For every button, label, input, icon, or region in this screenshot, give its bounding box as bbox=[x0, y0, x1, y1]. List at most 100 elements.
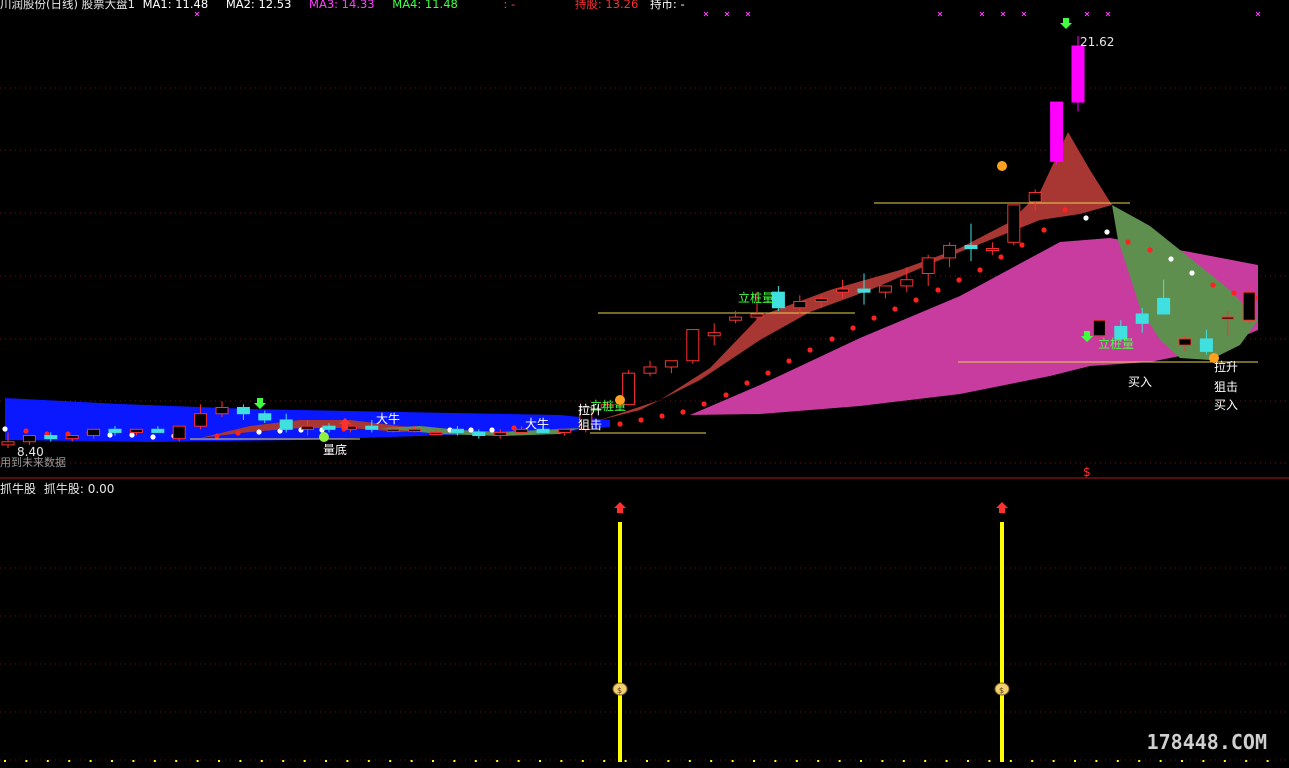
candle-body bbox=[472, 431, 486, 437]
trail-dot bbox=[468, 427, 474, 433]
candle-body bbox=[172, 425, 186, 440]
candle-body bbox=[151, 428, 165, 433]
trail-dot bbox=[723, 392, 729, 398]
trail-dot bbox=[235, 430, 241, 436]
trail-dot bbox=[23, 428, 29, 434]
candle-body bbox=[729, 316, 743, 321]
orange-dot-icon bbox=[1209, 353, 1219, 363]
candle-body bbox=[1157, 297, 1171, 315]
candle-body bbox=[44, 435, 58, 440]
trail-dot bbox=[871, 315, 877, 321]
green-dot-icon bbox=[319, 432, 329, 442]
candle-body bbox=[900, 279, 914, 287]
trail-dot bbox=[956, 277, 962, 283]
candle-body bbox=[707, 332, 721, 337]
ma2-label: MA2: 12.53 bbox=[225, 0, 292, 11]
baseline-dot bbox=[453, 760, 456, 762]
x-marker-icon bbox=[937, 11, 943, 17]
x-marker-icon bbox=[1105, 11, 1111, 17]
baseline-dot bbox=[688, 760, 691, 762]
trail-dot bbox=[1147, 247, 1153, 253]
baseline-dot bbox=[367, 760, 370, 762]
label-mai-ru-2: 买入 bbox=[1214, 398, 1238, 412]
candle-body bbox=[279, 419, 293, 430]
money-bag-label: $ bbox=[617, 686, 622, 695]
trail-dot bbox=[892, 306, 898, 312]
trail-dot bbox=[786, 358, 792, 364]
baseline-dot bbox=[346, 760, 349, 762]
trail-dot bbox=[1210, 282, 1216, 288]
baseline-dot bbox=[1266, 760, 1269, 762]
baseline-dot bbox=[539, 760, 541, 762]
baseline-dot bbox=[967, 760, 969, 762]
baseline-dot bbox=[988, 760, 991, 762]
candle-body bbox=[686, 329, 700, 362]
candle-body bbox=[408, 428, 422, 432]
ma3-label: MA3: 14.33 bbox=[309, 0, 375, 11]
trail-dot bbox=[1104, 229, 1110, 235]
baseline-dot bbox=[68, 760, 71, 762]
baseline-dot bbox=[603, 760, 606, 762]
trail-dot bbox=[1019, 242, 1025, 248]
trail-dot bbox=[129, 432, 135, 438]
trail-dot bbox=[829, 336, 835, 342]
trail-dot bbox=[2, 426, 8, 432]
stock-chart: 21.62 8.40 立桩量 立桩量 立桩量 拉升 狙击 买入 拉升 狙击 买入… bbox=[0, 11, 1289, 762]
hold-label: 持股: 13.26 bbox=[574, 0, 639, 11]
baseline-dot bbox=[1116, 760, 1119, 762]
candle-body bbox=[1071, 45, 1085, 103]
candle-body bbox=[964, 244, 978, 250]
trail-dot bbox=[638, 417, 644, 423]
baseline-dot bbox=[795, 760, 798, 762]
trail-dot bbox=[659, 413, 665, 419]
candle-body bbox=[943, 244, 957, 259]
dash-label: : - bbox=[503, 0, 516, 11]
trail-dot bbox=[256, 429, 262, 435]
candle-body bbox=[429, 431, 443, 435]
candle-body bbox=[450, 428, 464, 433]
baseline-dot bbox=[924, 760, 927, 762]
baseline-dot bbox=[89, 760, 92, 762]
baseline-dot bbox=[282, 760, 285, 762]
baseline-dot bbox=[303, 760, 306, 762]
trail-dot bbox=[107, 432, 113, 438]
baseline-dot bbox=[646, 760, 648, 762]
baseline-dot bbox=[1031, 760, 1034, 762]
candle-body bbox=[1221, 316, 1235, 320]
x-marker-icon bbox=[194, 11, 200, 17]
candle-body bbox=[814, 297, 828, 303]
trail-dot bbox=[1231, 290, 1237, 296]
trail-dot bbox=[1168, 256, 1174, 262]
orange-dot-icon bbox=[997, 161, 1007, 171]
candle-body bbox=[322, 425, 336, 430]
baseline-dot bbox=[581, 760, 584, 762]
candle-body bbox=[386, 428, 400, 432]
candle-body bbox=[1199, 338, 1213, 352]
baseline-dot bbox=[389, 760, 392, 762]
top-markers bbox=[194, 11, 1261, 17]
baseline-dot bbox=[239, 760, 242, 762]
trail-dot bbox=[850, 325, 856, 331]
baseline-dot bbox=[4, 760, 6, 762]
candle-body bbox=[22, 435, 36, 443]
trail-dot bbox=[807, 347, 813, 353]
candle-body bbox=[301, 425, 315, 430]
candle-body bbox=[108, 428, 122, 433]
trail-dot bbox=[765, 370, 771, 376]
candle-body bbox=[129, 428, 143, 433]
candle-body bbox=[1135, 313, 1149, 324]
baseline-dot bbox=[474, 760, 477, 762]
trail-dot bbox=[977, 267, 983, 273]
ma4-label: MA4: 11.48 bbox=[392, 0, 458, 11]
candle-body bbox=[1028, 191, 1042, 203]
cash-label: 持币: - bbox=[649, 0, 685, 11]
indicator-title: 抓牛股 bbox=[0, 482, 37, 496]
future-data-note: 用到未来数据 bbox=[0, 456, 66, 469]
trail-dot bbox=[935, 287, 941, 293]
label-da-niu-2: 大牛 bbox=[525, 416, 549, 431]
baseline-dot bbox=[1202, 760, 1205, 762]
x-marker-icon bbox=[1000, 11, 1006, 17]
label-mai-ru-1: 买入 bbox=[1128, 375, 1152, 389]
candle-body bbox=[236, 406, 250, 415]
baseline-dot bbox=[667, 760, 670, 762]
